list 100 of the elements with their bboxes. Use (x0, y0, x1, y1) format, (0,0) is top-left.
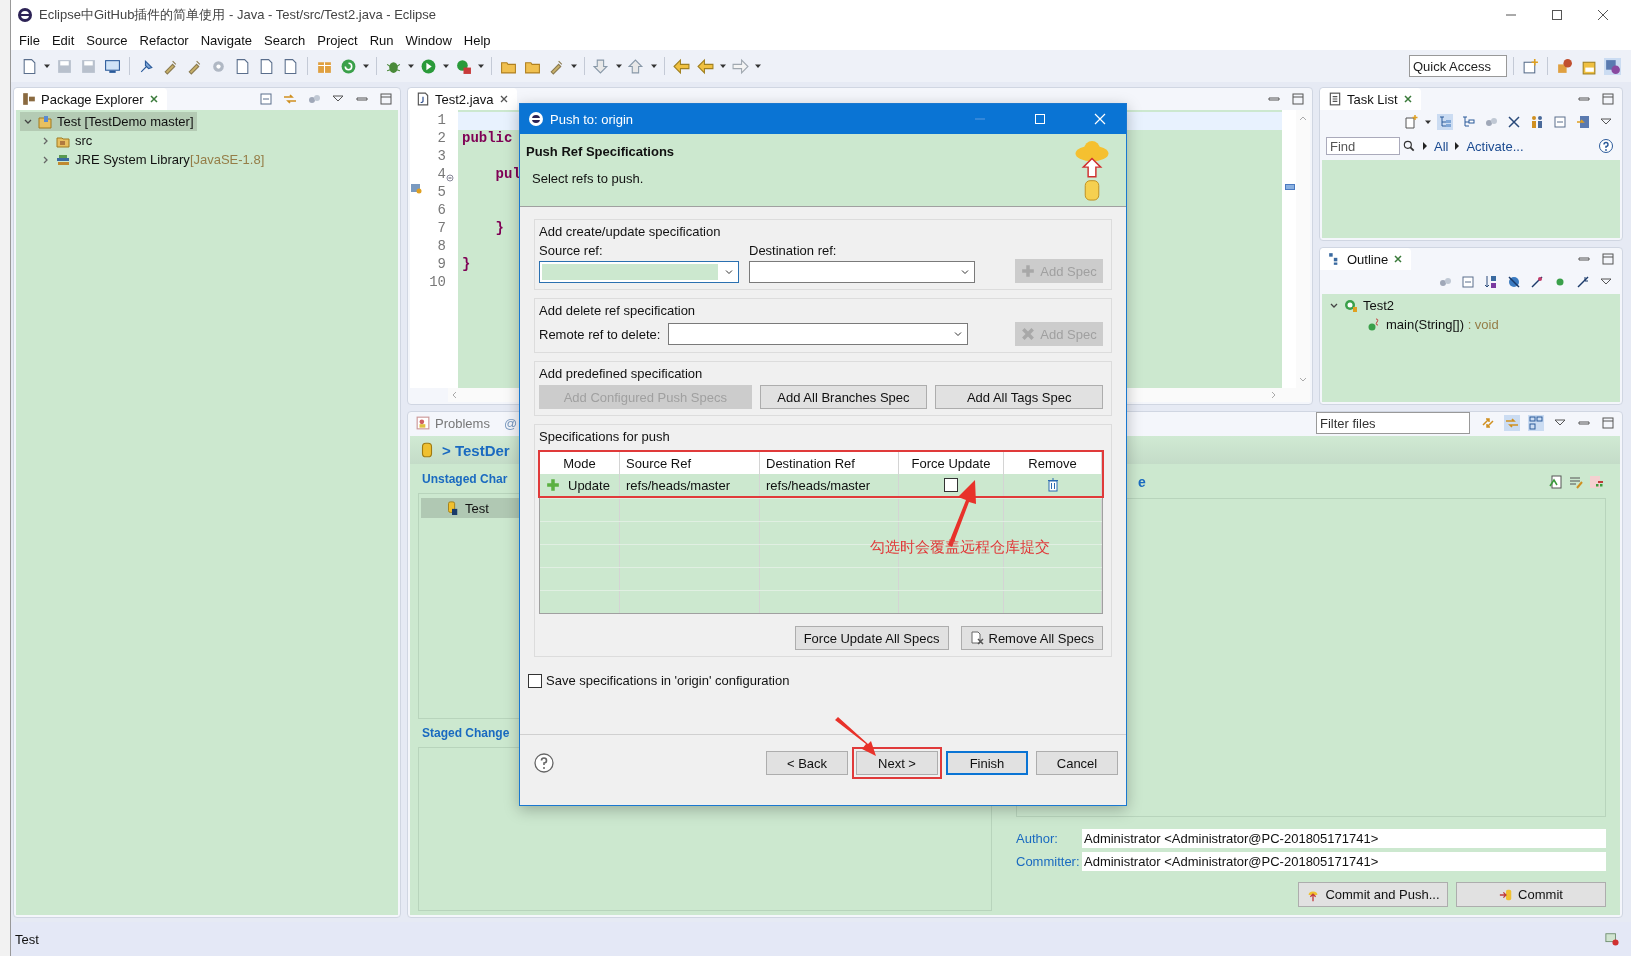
hide-completed-icon[interactable] (1506, 114, 1522, 130)
maximize-icon[interactable] (1551, 9, 1563, 21)
open-perspective-icon[interactable] (1522, 57, 1539, 75)
new-file-icon[interactable] (21, 57, 38, 75)
menu-item[interactable]: Search (260, 32, 314, 48)
dropdown-caret-icon[interactable] (477, 62, 485, 70)
vertical-scrollbar[interactable] (1296, 110, 1310, 388)
left-arrow-icon[interactable] (697, 57, 714, 75)
column-header[interactable]: Destination Ref (760, 452, 899, 474)
dialog-button[interactable]: < Back (766, 751, 848, 775)
dropdown-caret-icon[interactable] (570, 62, 578, 70)
hide-fields-icon[interactable] (1506, 274, 1522, 290)
link[interactable]: All (1434, 138, 1449, 154)
hierarchy-icon[interactable] (1460, 114, 1476, 130)
source-ref-combo[interactable] (539, 261, 739, 283)
remove-all-button[interactable]: Remove All Specs (960, 626, 1103, 650)
dropdown-caret-icon[interactable] (754, 62, 762, 70)
link[interactable]: Activate... (1466, 138, 1524, 154)
menu-item[interactable]: Source (82, 32, 136, 48)
remote-ref-combo[interactable] (668, 323, 969, 345)
new-task-icon[interactable] (1403, 114, 1419, 130)
fold-icon[interactable] (446, 174, 454, 182)
column-header[interactable]: Source Ref (620, 452, 760, 474)
commit-button[interactable]: Commit (1456, 882, 1606, 907)
refresh-icon[interactable] (1480, 415, 1496, 431)
tree-item[interactable]: main(String[]) : void (1364, 315, 1502, 334)
collapse-all-icon[interactable] (1552, 114, 1568, 130)
pin-icon[interactable] (138, 57, 155, 75)
trash-icon[interactable] (1046, 478, 1059, 492)
tree-item[interactable]: src (38, 131, 96, 150)
quick-access-field[interactable]: Quick Access (1409, 55, 1507, 77)
right-arrow-icon[interactable] (732, 57, 749, 75)
dialog-button[interactable]: Cancel (1036, 751, 1118, 775)
search-icon[interactable] (1402, 139, 1416, 153)
menu-item[interactable]: Run (365, 32, 402, 48)
view-tab[interactable]: Package Explorer (14, 88, 167, 110)
tree-item[interactable]: Test2 (1326, 296, 1398, 315)
close-icon[interactable] (1597, 9, 1609, 21)
page-icon[interactable] (234, 57, 251, 75)
hide-local-types-icon[interactable] (1575, 274, 1591, 290)
menu-item[interactable]: Window (401, 32, 460, 48)
help-icon[interactable] (534, 753, 554, 773)
run-icon[interactable] (455, 57, 472, 75)
collapse-all-icon[interactable] (1460, 274, 1476, 290)
layout-icon[interactable] (1528, 415, 1544, 431)
column-header[interactable]: Force Update (899, 452, 1004, 474)
hierarchy-icon[interactable] (1437, 114, 1453, 130)
add-specs-button[interactable]: Add All Tags Spec (935, 385, 1103, 409)
view-tab[interactable]: Task List (1320, 88, 1421, 110)
refresh-icon[interactable] (340, 57, 357, 75)
dropdown-caret-icon[interactable] (650, 62, 658, 70)
force-update-all-button[interactable]: Force Update All Specs (794, 626, 949, 650)
menu-item[interactable]: Refactor (135, 32, 197, 48)
change-id-icon[interactable] (1588, 474, 1604, 490)
dropdown-caret-icon[interactable] (1424, 118, 1432, 126)
dropdown-caret-icon[interactable] (43, 62, 51, 70)
close-icon[interactable] (1402, 94, 1413, 104)
link-icon[interactable] (1504, 415, 1520, 431)
maximize-icon[interactable] (378, 91, 394, 107)
close-icon[interactable] (498, 94, 509, 104)
help-icon[interactable] (1598, 138, 1614, 154)
left-arrow-icon[interactable] (673, 57, 690, 75)
perspective-icon[interactable] (1556, 57, 1573, 75)
find-field[interactable]: Find (1326, 137, 1400, 155)
dialog-button[interactable]: Finish (946, 751, 1028, 775)
filter-field[interactable]: Filter files (1316, 412, 1470, 434)
dropdown-caret-icon[interactable] (407, 62, 415, 70)
hide-static-icon[interactable] (1529, 274, 1545, 290)
force-update-checkbox[interactable] (944, 478, 958, 492)
column-header[interactable]: Mode (540, 452, 620, 474)
notification-icon[interactable] (1605, 932, 1619, 946)
play-icon[interactable] (420, 57, 437, 75)
close-icon[interactable] (148, 94, 159, 104)
column-header[interactable]: Remove (1004, 452, 1102, 474)
menu-item[interactable]: Edit (47, 32, 83, 48)
up-arrow-icon[interactable] (628, 57, 645, 75)
commit-and-push-button[interactable]: Commit and Push... (1298, 882, 1448, 907)
monitor-icon[interactable] (104, 57, 121, 75)
page-icon[interactable] (258, 57, 275, 75)
dropdown-caret-icon[interactable] (615, 62, 623, 70)
sign-off-icon[interactable] (1568, 474, 1584, 490)
menu-item[interactable]: Navigate (196, 32, 260, 48)
checkbox[interactable] (528, 673, 542, 688)
destination-ref-combo[interactable] (749, 261, 975, 283)
add-specs-button[interactable]: Add All Branches Spec (759, 385, 928, 409)
dropdown-caret-icon[interactable] (719, 62, 727, 70)
chevron-down-icon[interactable] (724, 267, 734, 277)
page-icon[interactable] (282, 57, 299, 75)
chevron-down-icon[interactable] (960, 267, 970, 277)
view-tab[interactable]: Outline (1320, 248, 1412, 270)
author-field[interactable]: Administrator <Administrator@PC-201805171741> (1082, 828, 1606, 848)
view-tab[interactable]: Problems (408, 412, 498, 434)
menu-item[interactable]: Project (313, 32, 366, 48)
dropdown-caret-icon[interactable] (442, 62, 450, 70)
tree-item[interactable]: Test [TestDemo master] (20, 112, 197, 131)
tree-item[interactable]: JRE System Library[JavaSE-1.8] (38, 150, 268, 169)
close-icon[interactable] (1393, 254, 1404, 264)
committer-field[interactable]: Administrator <Administrator@PC-201805171741> (1082, 851, 1606, 871)
down-arrow-icon[interactable] (593, 57, 610, 75)
chevron-down-icon[interactable] (953, 329, 964, 339)
